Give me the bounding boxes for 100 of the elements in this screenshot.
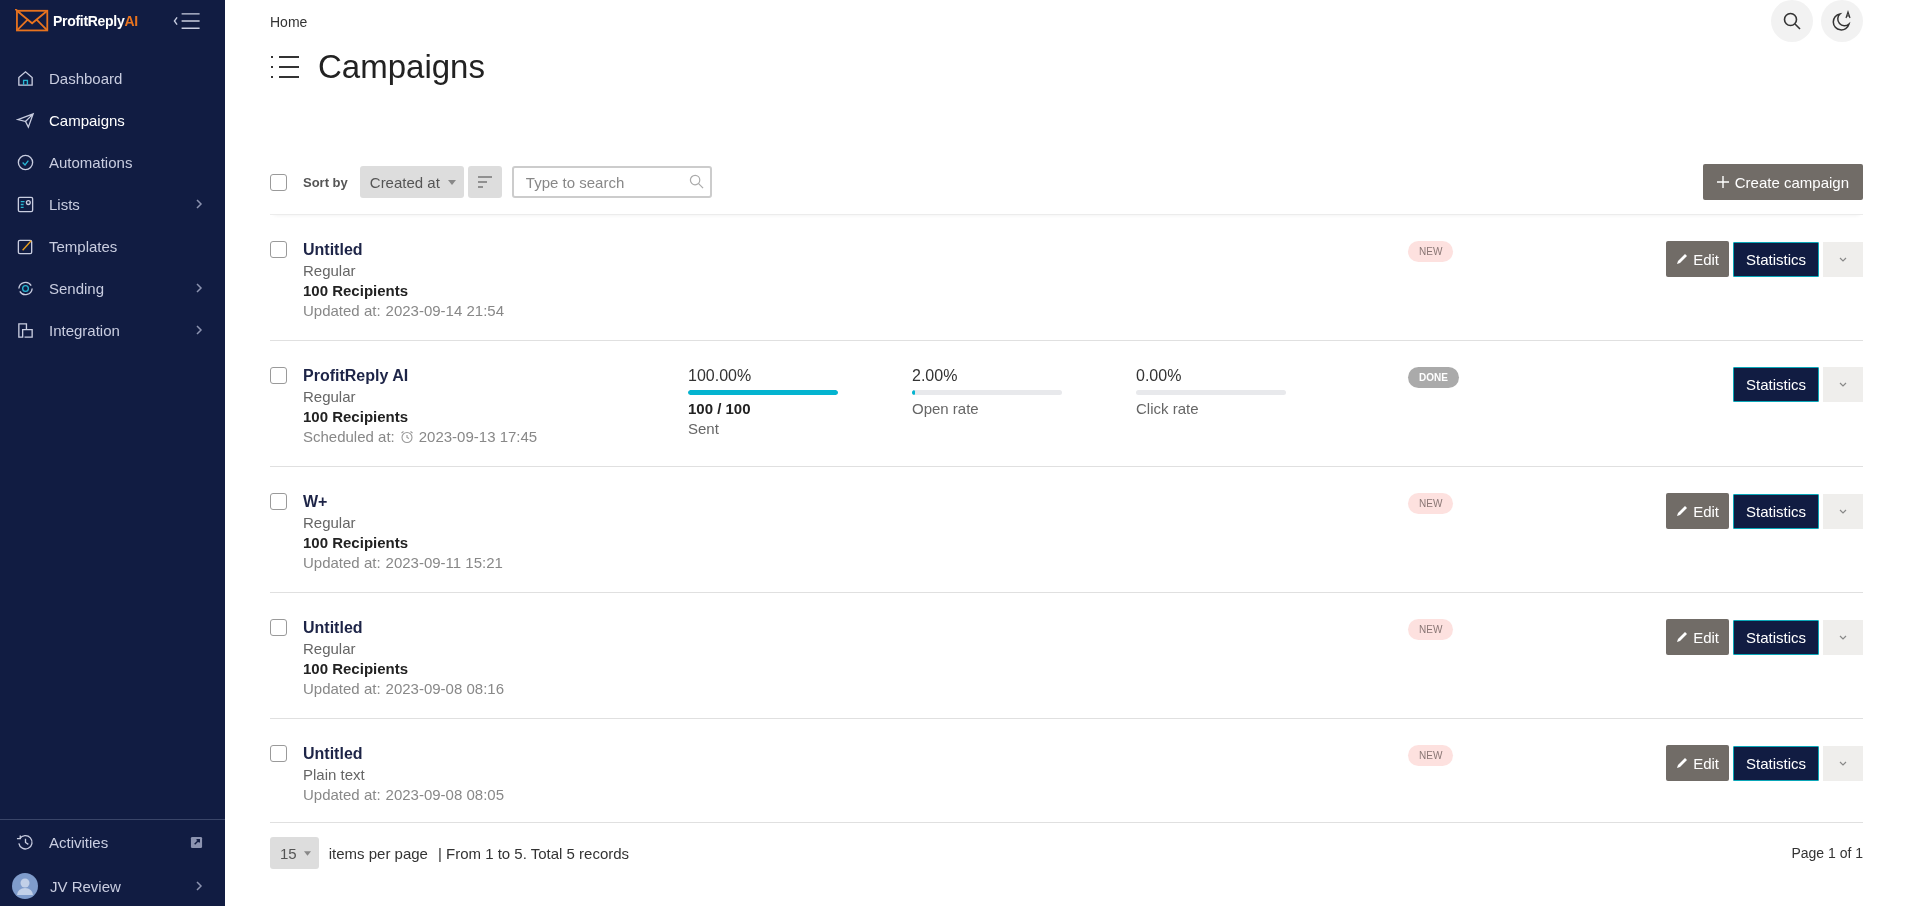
sidebar-item[interactable]: Campaigns: [0, 108, 225, 132]
edit-button[interactable]: Edit: [1666, 619, 1729, 655]
campaign-type: Regular: [303, 514, 357, 531]
status-badge: NEW: [1408, 241, 1454, 262]
chevron-down-icon: [1839, 634, 1847, 640]
search-button[interactable]: [1771, 0, 1813, 42]
sidebar-item[interactable]: Dashboard: [0, 66, 225, 90]
sort-label: Sort by: [303, 174, 348, 190]
home-icon: [16, 68, 35, 88]
recipients-count: 100 Recipients: [303, 282, 410, 299]
chevron-down-icon: [1839, 382, 1847, 387]
campaign-type: Regular: [303, 640, 357, 657]
logo[interactable]: ProfitReplyAI: [15, 8, 138, 34]
create-campaign-button[interactable]: Create campaign: [1702, 164, 1863, 200]
moon-icon: [1831, 10, 1853, 32]
date-label: Updated at:: [303, 554, 381, 571]
contact-list-icon: [16, 194, 35, 214]
chevron-down-icon: [1839, 508, 1847, 514]
plus-icon: [1716, 176, 1729, 188]
avatar-icon: [12, 873, 38, 899]
campaign-name[interactable]: ProfitReply AI: [303, 367, 688, 385]
stat-count: 100 / 100: [688, 400, 752, 417]
page-title: Campaigns: [318, 48, 485, 86]
per-page-dropdown[interactable]: 15: [270, 837, 319, 869]
date-value: 2023-09-13 17:45: [418, 428, 538, 445]
date-label: Updated at:: [303, 302, 381, 319]
statistics-button[interactable]: Statistics: [1733, 241, 1819, 277]
date-label: Scheduled at:: [303, 428, 395, 445]
edit-button[interactable]: Edit: [1666, 493, 1729, 529]
status-badge: NEW: [1408, 745, 1454, 766]
sidebar-item[interactable]: Sending: [0, 276, 225, 300]
edit-button[interactable]: Edit: [1666, 745, 1729, 781]
user-menu[interactable]: JV Review: [0, 874, 225, 898]
row-checkbox[interactable]: [270, 619, 287, 636]
date-value: 2023-09-11 15:21: [385, 554, 503, 571]
status-badge: NEW: [1408, 493, 1454, 514]
campaign-name[interactable]: W+: [303, 493, 688, 511]
row-checkbox[interactable]: [270, 493, 287, 510]
statistics-button[interactable]: Statistics: [1733, 745, 1819, 781]
row-checkbox[interactable]: [270, 367, 287, 384]
pencil-icon: [1676, 505, 1689, 517]
edit-button[interactable]: Edit: [1666, 241, 1729, 277]
logo-text: ProfitReplyAI: [53, 13, 138, 29]
alarm-clock-icon: [16, 152, 35, 172]
search-field[interactable]: Type to search: [511, 166, 712, 198]
statistics-button[interactable]: Statistics: [1733, 493, 1819, 529]
date-value: 2023-09-08 08:16: [385, 680, 504, 697]
statistics-button[interactable]: Statistics: [1733, 367, 1819, 402]
stat-label: Click rate: [1136, 400, 1200, 417]
row-checkbox[interactable]: [270, 241, 287, 258]
caret-icon: [303, 850, 311, 856]
chevron-down-icon: [1839, 256, 1847, 262]
stat-label: Open rate: [912, 400, 980, 417]
date-value: 2023-09-08 08:05: [385, 786, 504, 803]
select-all-checkbox[interactable]: [270, 173, 287, 191]
recipients-count: 100 Recipients: [303, 660, 410, 677]
pencil-icon: [1676, 253, 1689, 265]
row-checkbox[interactable]: [270, 745, 287, 762]
integration-icon: [16, 320, 35, 340]
statistics-button[interactable]: Statistics: [1733, 619, 1819, 655]
campaign-type: Plain text: [303, 766, 366, 783]
recipients-count: 100 Recipients: [303, 408, 410, 425]
page-info: Page 1 of 1: [1791, 845, 1863, 861]
campaign-name[interactable]: Untitled: [303, 745, 688, 763]
sidebar-item[interactable]: Integration: [0, 318, 225, 342]
status-badge: NEW: [1408, 619, 1454, 640]
pencil-icon: [1676, 757, 1689, 769]
breadcrumb[interactable]: Home: [270, 14, 308, 30]
sidebar-item[interactable]: Automations: [0, 150, 225, 174]
per-page-label: items per page: [328, 844, 428, 862]
status-badge: DONE: [1408, 367, 1459, 388]
recipients-count: 100 Recipients: [303, 534, 410, 551]
records-summary: | From 1 to 5. Total 5 records: [437, 844, 630, 862]
sort-icon: [476, 176, 493, 188]
external-link-icon: [190, 835, 203, 849]
stat-label: Sent: [688, 420, 720, 437]
date-label: Updated at:: [303, 786, 381, 803]
campaign-name[interactable]: Untitled: [303, 619, 688, 637]
date-label: Updated at:: [303, 680, 381, 697]
date-value: 2023-09-14 21:54: [385, 302, 504, 319]
search-icon: [1782, 11, 1802, 31]
campaign-type: Regular: [303, 388, 357, 405]
campaign-name[interactable]: Untitled: [303, 241, 688, 259]
sidebar-item[interactable]: Lists: [0, 192, 225, 216]
sidebar-item[interactable]: Templates: [0, 234, 225, 258]
history-icon: [16, 832, 35, 852]
caret-icon: [447, 179, 456, 185]
sidebar-item[interactable]: Activities: [0, 830, 225, 854]
chevron-down-icon: [1839, 760, 1847, 766]
list-icon: [270, 54, 300, 80]
theme-toggle-button[interactable]: [1821, 0, 1863, 42]
chevron-right-icon: [195, 880, 203, 892]
stat-value: 0.00%: [1136, 367, 1183, 385]
paper-plane-icon: [16, 110, 35, 130]
sort-dropdown[interactable]: Created at: [359, 166, 464, 198]
stat-value: 2.00%: [912, 367, 959, 385]
sort-order-button[interactable]: [467, 166, 502, 198]
pencil-icon: [1676, 631, 1689, 643]
menu-icon[interactable]: [173, 12, 201, 30]
envelope-icon: [15, 8, 51, 34]
